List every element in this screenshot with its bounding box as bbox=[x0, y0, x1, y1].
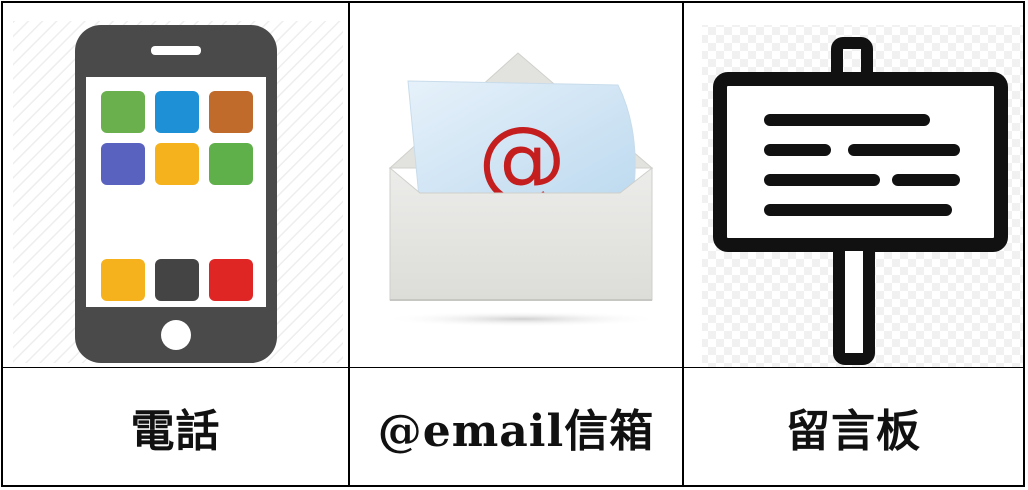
board-icon-cell bbox=[682, 3, 1023, 368]
contact-methods-table: @ 電話 @email信箱 留言板 bbox=[1, 1, 1025, 487]
phone-icon-cell bbox=[3, 3, 348, 368]
email-icon-cell: @ bbox=[348, 3, 682, 368]
email-label: @email信箱 bbox=[348, 368, 682, 485]
message-board-icon bbox=[702, 25, 1023, 367]
smartphone-icon bbox=[13, 21, 343, 363]
email-envelope-icon: @ bbox=[382, 52, 662, 327]
message-board-label: 留言板 bbox=[682, 368, 1023, 485]
phone-label: 電話 bbox=[130, 405, 221, 457]
